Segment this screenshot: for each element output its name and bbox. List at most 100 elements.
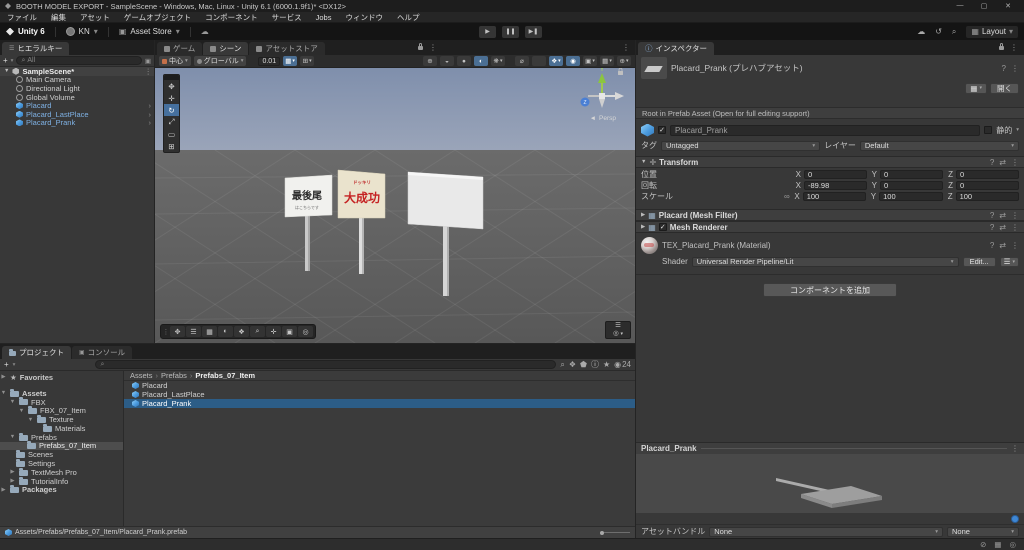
account-avatar[interactable] (65, 27, 75, 36)
static-caret-icon[interactable]: ▾ (1016, 127, 1019, 133)
hierarchy-item-placard-lastplace[interactable]: Placard_LastPlace › (0, 110, 154, 119)
increment-snap-dropdown[interactable]: ⊞ ▾ (300, 56, 315, 66)
foldout-icon[interactable]: ▶ (641, 212, 645, 218)
tree-row-scenes[interactable]: Scenes (0, 450, 123, 459)
tree-row-settings[interactable]: Settings (0, 459, 123, 468)
open-prefab-button[interactable]: 開く (990, 82, 1019, 94)
hierarchy-item-main-camera[interactable]: Main Camera (0, 75, 154, 84)
foldout-icon[interactable]: ▶ (0, 374, 7, 380)
project-search-input[interactable]: ⌕ (95, 360, 557, 369)
component-menu-icon[interactable]: ⋮ (1011, 223, 1019, 232)
shader-dropdown[interactable]: Universal Render Pipeline/Lit ▾ (691, 256, 959, 267)
step-button[interactable]: ▶❚ (525, 25, 542, 38)
scene-picker-icon[interactable]: ▣ (145, 57, 151, 65)
preset-icon[interactable]: ⇄ (999, 211, 1006, 220)
layer-dropdown[interactable]: Default ▾ (859, 140, 1020, 151)
preview-viewport[interactable] (636, 454, 1024, 513)
pivot-mode-dropdown[interactable]: 中心 ▾ (159, 56, 191, 66)
hierarchy-item-global-volume[interactable]: Global Volume (0, 93, 154, 102)
hierarchy-item-placard[interactable]: Placard › (0, 101, 154, 110)
tree-row-assets[interactable]: ▼ Assets (0, 388, 123, 398)
hierarchy-item-directional-light[interactable]: Directional Light (0, 84, 154, 93)
position-x-field[interactable]: 0 (804, 169, 867, 179)
asset-store-button[interactable]: Asset Store (130, 27, 171, 36)
add-component-button[interactable]: コンポーネントを追加 (763, 283, 897, 297)
background-tasks-icon[interactable]: ▦ (994, 540, 1001, 549)
foldout-icon[interactable]: ▶ (9, 478, 16, 484)
overlay-grid-icon[interactable]: ▦ (202, 326, 217, 337)
rect-tool[interactable]: ▭ (164, 128, 179, 140)
camera-settings-dropdown[interactable]: ▣ ▾ (583, 56, 597, 66)
menu-component[interactable]: コンポーネント (198, 12, 265, 23)
component-menu-icon[interactable]: ⋮ (1011, 158, 1019, 167)
overlay-move-icon[interactable]: ✥ (170, 326, 185, 337)
rotation-z-field[interactable]: 0 (956, 180, 1019, 190)
account-label[interactable]: KN (79, 27, 90, 36)
scene-viewport[interactable]: 最後尾 はこちらです ドッキリ 大成功 Y Z ◄ Persp ✥ ✛ ↻ ⤢ … (155, 68, 635, 343)
scene-menu-icon[interactable]: ⋮ (145, 67, 153, 76)
import-status-icon[interactable]: ⓘ (591, 359, 599, 370)
hidden-count-toggle[interactable]: ◉ 24 (614, 360, 631, 369)
transform-component-header[interactable]: ▼ ✛ Transform ? ⇄ ⋮ (636, 156, 1024, 168)
menu-help[interactable]: ヘルプ (390, 12, 427, 23)
menu-jobs[interactable]: Jobs (309, 13, 339, 22)
tab-asset-store[interactable]: アセットストア (249, 42, 325, 55)
expand-icon[interactable]: ▼ (4, 68, 9, 74)
restore-button[interactable]: ▢ (973, 2, 995, 10)
foldout-icon[interactable]: ▶ (9, 469, 16, 475)
notifications-muted-icon[interactable]: ⊘ (980, 540, 986, 549)
preset-icon[interactable]: ⇄ (999, 241, 1006, 250)
component-menu-icon[interactable]: ⋮ (1011, 211, 1019, 220)
gameobject-name-field[interactable]: Placard_Prank (670, 124, 981, 136)
layout-dropdown[interactable]: ▦ Layout ▾ (966, 25, 1018, 38)
material-header[interactable]: TEX_Placard_Prank (Material) ? ⇄ ⋮ (636, 235, 1024, 255)
view-hand-tool[interactable]: ✥ (164, 80, 179, 92)
tree-row-fbx[interactable]: ▼ FBX (0, 397, 123, 407)
menu-window[interactable]: ウィンドウ (338, 12, 390, 23)
tree-row-tutorialinfo[interactable]: ▶ TutorialInfo (0, 476, 123, 486)
overlays-dropdown[interactable]: ❖ ▾ (549, 56, 563, 66)
rotation-x-field[interactable]: -89.98 (804, 180, 867, 190)
active-checkbox[interactable]: ✓ (658, 126, 666, 134)
animated-materials-toggle[interactable] (532, 56, 546, 66)
help-icon[interactable]: ? (990, 223, 994, 232)
filter-by-label-icon[interactable]: ⬟ (580, 360, 587, 369)
play-button[interactable]: ▶ (479, 25, 496, 38)
effects-dropdown[interactable]: ❋ ▾ (491, 56, 505, 66)
create-caret-icon[interactable]: ▾ (11, 58, 14, 64)
collab-icon[interactable]: ☁ (201, 27, 209, 36)
foldout-icon[interactable]: ▼ (27, 417, 34, 423)
hierarchy-item-placard-prank[interactable]: Placard_Prank › (0, 118, 154, 127)
mesh-renderer-header[interactable]: ▶ ▦ ✓ Mesh Renderer ? ⇄ ⋮ (636, 221, 1024, 233)
help-icon[interactable]: ? (1002, 64, 1006, 73)
orientation-dropdown[interactable]: グローバル ▾ (193, 56, 247, 66)
favorites-row[interactable]: ▶ ★ Favorites (0, 373, 123, 382)
gizmo-lock-icon[interactable] (618, 71, 623, 75)
help-icon[interactable]: ? (990, 211, 994, 220)
close-button[interactable]: ✕ (997, 2, 1019, 10)
lock-icon[interactable] (418, 42, 423, 50)
tree-row-materials[interactable]: Materials (0, 423, 123, 433)
tab-console[interactable]: ▣ コンソール (72, 346, 133, 359)
skybox-toggle[interactable]: ◐ (474, 56, 488, 66)
preset-icon[interactable]: ⇄ (999, 158, 1006, 167)
overlay-layers-icon[interactable]: ☰ (186, 326, 201, 337)
overlay-compass-icon[interactable]: ◎ (298, 326, 313, 337)
scale-tool[interactable]: ⤢ (164, 116, 179, 128)
tab-game[interactable]: ゲーム (157, 42, 203, 55)
lock-icon[interactable] (999, 42, 1004, 50)
overlay-particles-icon[interactable]: ❖ (234, 326, 249, 337)
assetbundle-variant-dropdown[interactable]: None ▾ (947, 526, 1019, 537)
tab-scene[interactable]: シーン (203, 42, 249, 55)
foldout-icon[interactable]: ▼ (9, 399, 16, 405)
scale-y-field[interactable]: 100 (879, 191, 943, 201)
breadcrumb-assets[interactable]: Assets (130, 371, 153, 380)
search-by-type-icon[interactable]: ⌕ (560, 360, 564, 370)
scene-visibility-toggle[interactable]: ◉ (566, 56, 580, 66)
rotate-tool[interactable]: ↻ (164, 104, 179, 116)
pause-button[interactable]: ❚❚ (502, 25, 519, 38)
help-icon[interactable]: ? (990, 241, 994, 250)
preview-header[interactable]: Placard_Prank ⋮ (636, 442, 1024, 454)
menu-gameobject[interactable]: ゲームオブジェクト (117, 12, 198, 23)
cloud-icon[interactable]: ☁ (917, 27, 925, 36)
